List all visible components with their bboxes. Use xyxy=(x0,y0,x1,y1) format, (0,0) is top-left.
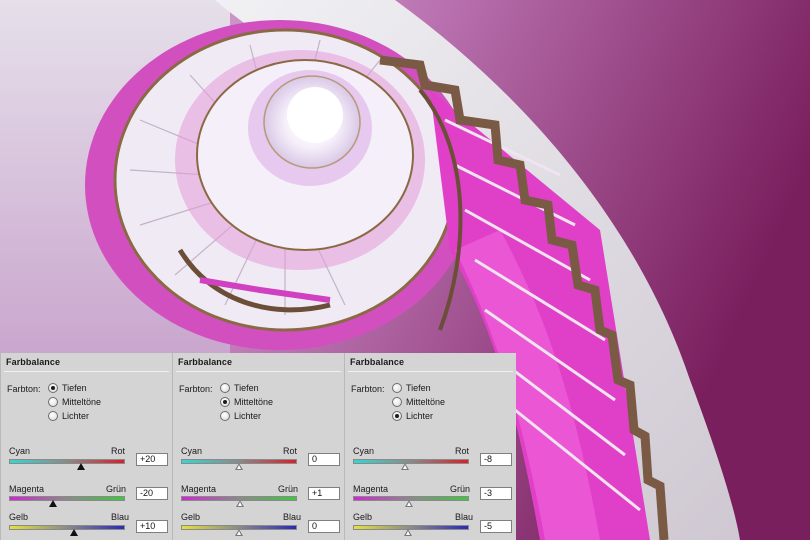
title-divider xyxy=(176,371,341,372)
color-balance-panel-3: Farbbalance Farbton: Tiefen Mitteltöne L… xyxy=(344,353,516,540)
yellow-blue-slider-thumb[interactable] xyxy=(235,529,243,536)
slider-label-cyan: Cyan xyxy=(353,446,375,456)
radio-button-icon[interactable] xyxy=(220,396,230,407)
tone-label: Farbton: xyxy=(179,384,213,394)
slider-label-red: Rot xyxy=(283,446,298,456)
radio-label: Lichter xyxy=(406,410,434,421)
magenta-green-value-input[interactable]: -20 xyxy=(136,487,168,500)
yellow-blue-slider-track[interactable] xyxy=(9,525,125,530)
tone-label: Farbton: xyxy=(351,384,385,394)
magenta-green-slider-thumb[interactable] xyxy=(404,500,413,507)
radio-button-icon[interactable] xyxy=(220,410,230,421)
slider-label-cyan: Cyan xyxy=(181,446,203,456)
tone-label: Farbton: xyxy=(7,384,41,394)
yellow-blue-slider-thumb[interactable] xyxy=(403,529,412,536)
panel-title: Farbbalance xyxy=(6,357,61,367)
yellow-blue-value-input[interactable]: -5 xyxy=(480,520,512,533)
magenta-green-slider-track[interactable] xyxy=(9,496,125,501)
radio-shadows[interactable]: Tiefen xyxy=(392,381,431,394)
radio-button-icon[interactable] xyxy=(220,382,230,393)
radio-label: Mitteltöne xyxy=(62,396,102,407)
cyan-red-slider-thumb[interactable] xyxy=(76,463,85,470)
panel-title: Farbbalance xyxy=(350,357,405,367)
radio-midtones[interactable]: Mitteltöne xyxy=(220,395,273,408)
radio-label: Tiefen xyxy=(234,382,259,393)
slider-label-red: Rot xyxy=(111,446,126,456)
slider-label-green: Grün xyxy=(278,484,299,494)
radio-label: Mitteltöne xyxy=(234,396,274,407)
magenta-green-value-input[interactable]: -3 xyxy=(480,487,512,500)
yellow-blue-value-input[interactable]: 0 xyxy=(308,520,340,533)
radio-label: Lichter xyxy=(62,410,90,421)
slider-label-blue: Blau xyxy=(455,512,474,522)
radio-button-icon[interactable] xyxy=(392,410,402,421)
yellow-blue-slider-thumb[interactable] xyxy=(69,529,78,536)
title-divider xyxy=(4,371,169,372)
title-divider xyxy=(348,371,513,372)
radio-highlights[interactable]: Lichter xyxy=(48,409,89,422)
cyan-red-value-input[interactable]: 0 xyxy=(308,453,340,466)
slider-label-magenta: Magenta xyxy=(9,484,45,494)
slider-label-cyan: Cyan xyxy=(9,446,31,456)
radio-button-icon[interactable] xyxy=(48,410,58,421)
slider-label-magenta: Magenta xyxy=(353,484,389,494)
slider-label-blue: Blau xyxy=(111,512,130,522)
panel-title: Farbbalance xyxy=(178,357,233,367)
slider-label-yellow: Gelb xyxy=(181,512,201,522)
yellow-blue-value-input[interactable]: +10 xyxy=(136,520,168,533)
radio-highlights[interactable]: Lichter xyxy=(392,409,433,422)
radio-shadows[interactable]: Tiefen xyxy=(48,381,87,394)
magenta-green-slider-thumb[interactable] xyxy=(49,500,58,507)
radio-label: Lichter xyxy=(234,410,262,421)
color-balance-panel-2: Farbbalance Farbton: Tiefen Mitteltöne L… xyxy=(172,353,344,540)
slider-label-blue: Blau xyxy=(283,512,302,522)
radio-shadows[interactable]: Tiefen xyxy=(220,381,259,394)
cyan-red-slider-thumb[interactable] xyxy=(401,463,410,470)
radio-label: Tiefen xyxy=(406,382,431,393)
radio-button-icon[interactable] xyxy=(392,396,402,407)
color-balance-panel-1: Farbbalance Farbton: Tiefen Mitteltöne L… xyxy=(0,353,172,540)
slider-label-magenta: Magenta xyxy=(181,484,217,494)
radio-button-icon[interactable] xyxy=(48,382,58,393)
radio-midtones[interactable]: Mitteltöne xyxy=(392,395,445,408)
radio-label: Mitteltöne xyxy=(406,396,446,407)
magenta-green-value-input[interactable]: +1 xyxy=(308,487,340,500)
radio-button-icon[interactable] xyxy=(48,396,58,407)
cyan-red-value-input[interactable]: +20 xyxy=(136,453,168,466)
magenta-green-slider-thumb[interactable] xyxy=(235,500,244,507)
cyan-red-slider-thumb[interactable] xyxy=(235,463,243,470)
radio-highlights[interactable]: Lichter xyxy=(220,409,261,422)
slider-label-green: Grün xyxy=(450,484,471,494)
cyan-red-value-input[interactable]: -8 xyxy=(480,453,512,466)
radio-midtones[interactable]: Mitteltöne xyxy=(48,395,101,408)
slider-label-yellow: Gelb xyxy=(9,512,29,522)
cyan-red-slider-track[interactable] xyxy=(9,459,125,464)
slider-label-green: Grün xyxy=(106,484,127,494)
radio-button-icon[interactable] xyxy=(392,382,402,393)
cyan-red-slider-track[interactable] xyxy=(353,459,469,464)
slider-label-red: Rot xyxy=(455,446,470,456)
radio-label: Tiefen xyxy=(62,382,87,393)
slider-label-yellow: Gelb xyxy=(353,512,373,522)
